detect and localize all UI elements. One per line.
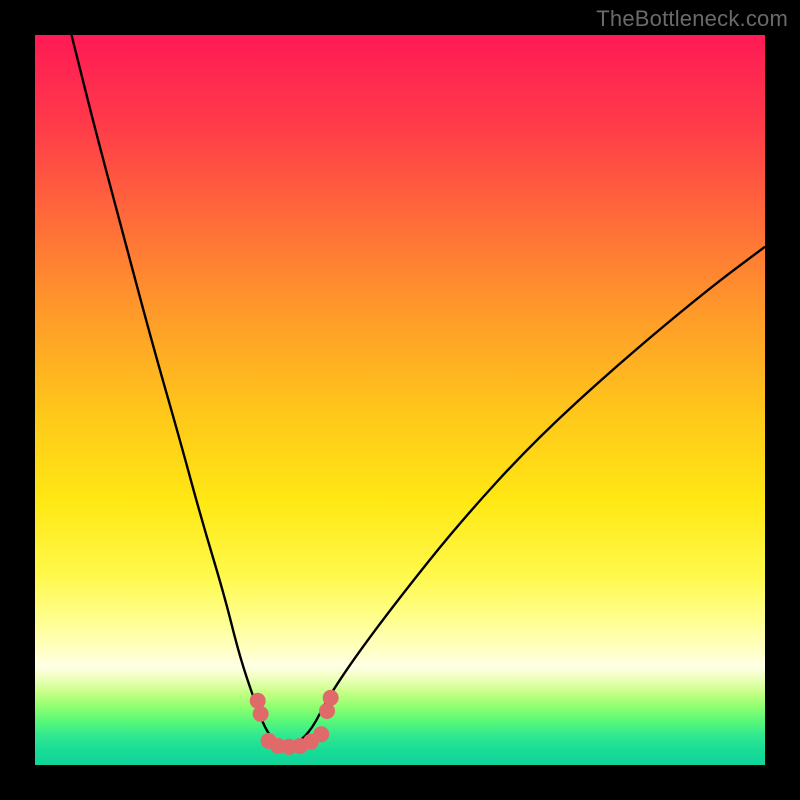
bottleneck-curve [72,35,766,746]
data-marker [313,726,329,742]
chart-frame: TheBottleneck.com [0,0,800,800]
data-marker [253,706,269,722]
data-marker [323,690,339,706]
curve-layer [35,35,765,765]
plot-area [35,35,765,765]
watermark-text: TheBottleneck.com [596,6,788,32]
